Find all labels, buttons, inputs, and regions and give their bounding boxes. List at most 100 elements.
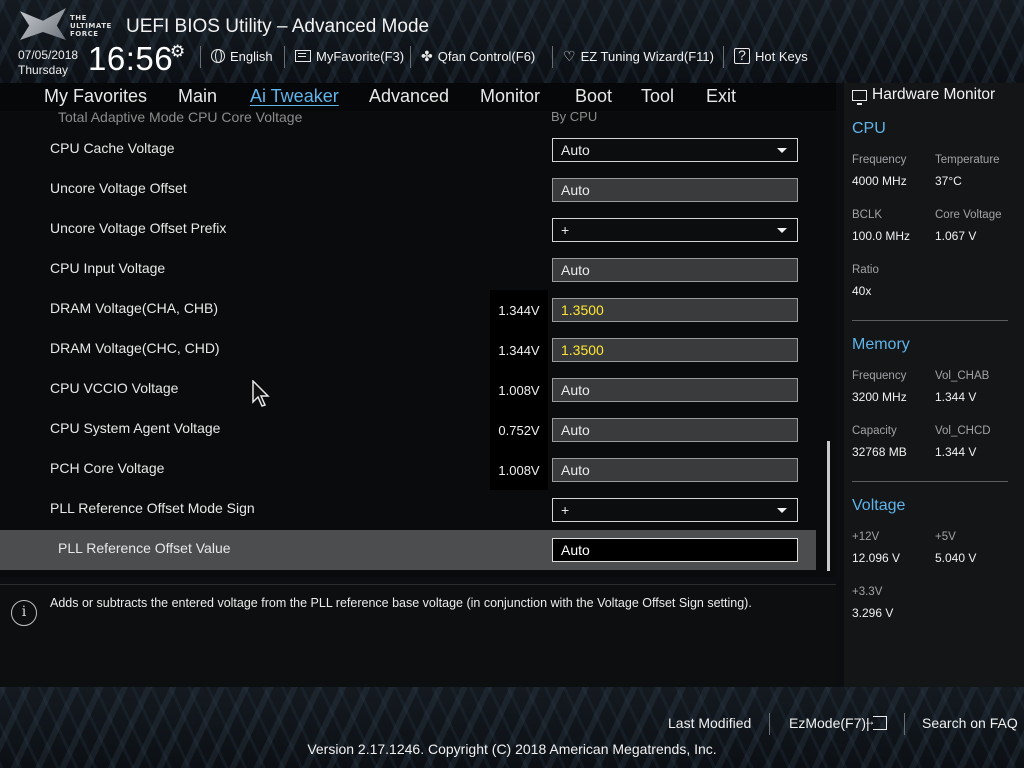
tab-exit[interactable]: Exit xyxy=(706,86,736,107)
qfan-label: Qfan Control(F6) xyxy=(437,48,536,64)
question-icon: ? xyxy=(734,48,750,64)
voltage-reading: 1.008V xyxy=(490,370,548,410)
day-value: Thursday xyxy=(18,63,69,77)
cpu-frequency-label: Frequency xyxy=(852,154,907,166)
memory-frequency-value: 3200 MHz xyxy=(852,390,907,404)
tab-main[interactable]: Main xyxy=(178,86,217,107)
qfan-control-button[interactable]: ✤ Qfan Control(F6) xyxy=(421,46,535,66)
ezmode-button[interactable]: EzMode(F7)| xyxy=(789,714,887,731)
v33-value: 3.296 V xyxy=(852,606,894,620)
date-display: 07/05/2018 Thursday xyxy=(18,48,78,78)
bclk-label: BCLK xyxy=(852,209,883,221)
setting-value: By CPU xyxy=(551,111,598,124)
pll-offset-mode-sign-dropdown[interactable]: + xyxy=(552,498,798,522)
search-faq-button[interactable]: Search on FAQ xyxy=(922,715,1018,731)
ratio-label: Ratio xyxy=(852,264,879,276)
setting-row-dram-voltage-cha-chb[interactable]: DRAM Voltage(CHA, CHB) 1.344V 1.3500 xyxy=(0,290,816,330)
bclk-value: 100.0 MHz xyxy=(852,229,911,243)
hot-keys-label: Hot Keys xyxy=(755,48,808,64)
pch-core-voltage-field[interactable]: Auto xyxy=(552,458,798,482)
date-value: 07/05/2018 xyxy=(18,48,79,62)
voltage-reading: 1.344V xyxy=(490,290,548,330)
setting-row-dram-voltage-chc-chd[interactable]: DRAM Voltage(CHC, CHD) 1.344V 1.3500 xyxy=(0,330,816,370)
setting-label: Uncore Voltage Offset xyxy=(50,180,187,196)
hardware-monitor-label: Hardware Monitor xyxy=(872,86,996,103)
dram-voltage-cha-chb-field[interactable]: 1.3500 xyxy=(552,298,798,322)
logo-text: THE ULTIMATE FORCE xyxy=(70,14,112,38)
favorite-icon xyxy=(295,50,311,62)
help-text: Adds or subtracts the entered voltage fr… xyxy=(50,596,752,610)
divider xyxy=(852,320,1008,321)
capacity-label: Capacity xyxy=(852,425,897,437)
last-modified-button[interactable]: Last Modified xyxy=(668,715,751,731)
myfavorite-button[interactable]: MyFavorite(F3) xyxy=(295,46,404,66)
setting-label: PLL Reference Offset Value xyxy=(58,540,231,556)
chevron-down-icon xyxy=(777,228,787,233)
cpu-input-voltage-field[interactable]: Auto xyxy=(552,258,798,282)
version-text: Version 2.17.1246. Copyright (C) 2018 Am… xyxy=(307,741,717,757)
setting-label: Uncore Voltage Offset Prefix xyxy=(50,220,227,236)
cpu-cache-voltage-dropdown[interactable]: Auto xyxy=(552,138,798,162)
cpu-vccio-voltage-field[interactable]: Auto xyxy=(552,378,798,402)
ez-tuning-label: EZ Tuning Wizard(F11) xyxy=(580,48,714,64)
v12-value: 12.096 V xyxy=(852,551,901,565)
capacity-value: 32768 MB xyxy=(852,445,907,459)
menu-tabs: My Favorites Main Ai Tweaker Advanced Mo… xyxy=(0,83,836,111)
cpu-system-agent-voltage-field[interactable]: Auto xyxy=(552,418,798,442)
dropdown-value: + xyxy=(561,222,570,238)
tab-tool[interactable]: Tool xyxy=(641,86,674,107)
tab-advanced[interactable]: Advanced xyxy=(369,86,449,107)
dram-voltage-chc-chd-field[interactable]: 1.3500 xyxy=(552,338,798,362)
setting-row-cpu-cache-voltage[interactable]: CPU Cache Voltage Auto xyxy=(0,130,816,170)
hardware-monitor-panel: Hardware Monitor CPU Frequency Temperatu… xyxy=(844,83,1024,687)
gear-icon[interactable]: ⚙ xyxy=(170,42,185,62)
v5-label: +5V xyxy=(935,531,956,543)
setting-label: CPU Input Voltage xyxy=(50,260,166,276)
vol-chcd-value: 1.344 V xyxy=(935,445,977,459)
setting-row-cpu-vccio-voltage[interactable]: CPU VCCIO Voltage 1.008V Auto xyxy=(0,370,816,410)
divider xyxy=(552,46,553,68)
help-panel: i Adds or subtracts the entered voltage … xyxy=(0,584,836,687)
tab-monitor[interactable]: Monitor xyxy=(480,86,540,107)
header-bar: THE ULTIMATE FORCE UEFI BIOS Utility – A… xyxy=(0,0,1024,83)
globe-icon xyxy=(211,49,225,63)
uncore-voltage-offset-field[interactable]: Auto xyxy=(552,178,798,202)
hot-keys-button[interactable]: ? Hot Keys xyxy=(734,46,808,66)
tab-boot[interactable]: Boot xyxy=(575,86,612,107)
app-title: UEFI BIOS Utility – Advanced Mode xyxy=(126,16,430,37)
ez-tuning-wizard-button[interactable]: ♡ EZ Tuning Wizard(F11) xyxy=(563,46,714,66)
clock-display: 16:56 xyxy=(88,40,174,77)
tuf-logo: THE ULTIMATE FORCE xyxy=(20,6,112,42)
setting-row-uncore-voltage-offset[interactable]: Uncore Voltage Offset Auto xyxy=(0,170,816,210)
wing-emblem-icon xyxy=(20,8,66,40)
v33-label: +3.3V xyxy=(852,586,883,598)
memory-frequency-label: Frequency xyxy=(852,370,907,382)
language-button[interactable]: English xyxy=(211,46,273,66)
tab-my-favorites[interactable]: My Favorites xyxy=(44,86,147,107)
setting-row-pll-reference-offset-value[interactable]: PLL Reference Offset Value Auto xyxy=(0,530,816,570)
divider xyxy=(723,46,724,68)
memory-heading: Memory xyxy=(852,336,910,353)
setting-label: CPU Cache Voltage xyxy=(50,140,175,156)
divider xyxy=(769,713,770,735)
voltage-reading: 0.752V xyxy=(490,410,548,450)
setting-row-pch-core-voltage[interactable]: PCH Core Voltage 1.008V Auto xyxy=(0,450,816,490)
scrollbar[interactable] xyxy=(827,441,830,571)
vol-chab-value: 1.344 V xyxy=(935,390,977,404)
uncore-offset-prefix-dropdown[interactable]: + xyxy=(552,218,798,242)
v5-value: 5.040 V xyxy=(935,551,977,565)
setting-row-uncore-voltage-offset-prefix[interactable]: Uncore Voltage Offset Prefix + xyxy=(0,210,816,250)
monitor-icon xyxy=(852,89,867,105)
setting-label: DRAM Voltage(CHA, CHB) xyxy=(50,300,219,316)
divider xyxy=(284,46,285,68)
tab-ai-tweaker[interactable]: Ai Tweaker xyxy=(250,86,339,107)
dropdown-value: + xyxy=(561,502,570,518)
setting-row-cpu-system-agent-voltage[interactable]: CPU System Agent Voltage 0.752V Auto xyxy=(0,410,816,450)
ezmode-label: EzMode(F7)| xyxy=(789,715,870,731)
pll-reference-offset-value-field[interactable]: Auto xyxy=(552,538,798,562)
setting-row-pll-reference-offset-mode-sign[interactable]: PLL Reference Offset Mode Sign + xyxy=(0,490,816,530)
setting-row-cpu-input-voltage[interactable]: CPU Input Voltage Auto xyxy=(0,250,816,290)
divider xyxy=(852,481,1008,482)
myfavorite-label: MyFavorite(F3) xyxy=(316,48,405,64)
voltage-reading: 1.008V xyxy=(490,450,548,490)
